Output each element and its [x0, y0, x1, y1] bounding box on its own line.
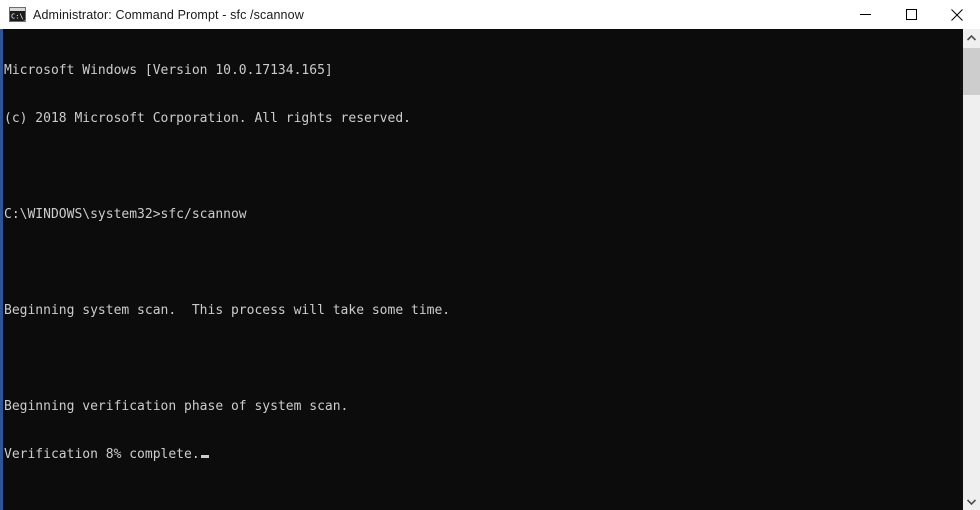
- svg-text:C:\_: C:\_: [11, 13, 26, 21]
- scrollbar-thumb[interactable]: [963, 48, 980, 95]
- vertical-scrollbar[interactable]: [963, 29, 980, 510]
- scroll-down-button[interactable]: [963, 493, 980, 510]
- console-window-icon: C:\_: [9, 7, 29, 22]
- window-accent-edge: [0, 29, 3, 510]
- console-output-area[interactable]: Microsoft Windows [Version 10.0.17134.16…: [0, 29, 963, 510]
- command-prompt-window: C:\_ Administrator: Command Prompt - sfc…: [0, 0, 980, 510]
- chevron-up-icon: [967, 34, 976, 41]
- console-line: Microsoft Windows [Version 10.0.17134.16…: [4, 63, 333, 78]
- console-line-command: C:\WINDOWS\system32>sfc/scannow: [4, 207, 247, 222]
- console-line-progress: Verification 8% complete.: [4, 447, 450, 463]
- chevron-down-icon: [967, 498, 976, 505]
- console-line: Beginning verification phase of system s…: [4, 399, 349, 414]
- console-line: (c) 2018 Microsoft Corporation. All righ…: [4, 111, 411, 126]
- console-line: Beginning system scan. This process will…: [4, 303, 451, 318]
- minimize-button[interactable]: [842, 0, 888, 29]
- close-button[interactable]: [934, 0, 980, 29]
- title-bar[interactable]: C:\_ Administrator: Command Prompt - sfc…: [0, 0, 980, 29]
- text-cursor: [200, 455, 209, 458]
- console-text-block: Microsoft Windows [Version 10.0.17134.16…: [4, 31, 450, 495]
- maximize-button[interactable]: [888, 0, 934, 29]
- progress-text: Verification 8% complete.: [4, 447, 200, 462]
- window-title: Administrator: Command Prompt - sfc /sca…: [33, 7, 304, 22]
- window-controls: [842, 0, 980, 29]
- scroll-up-button[interactable]: [963, 29, 980, 46]
